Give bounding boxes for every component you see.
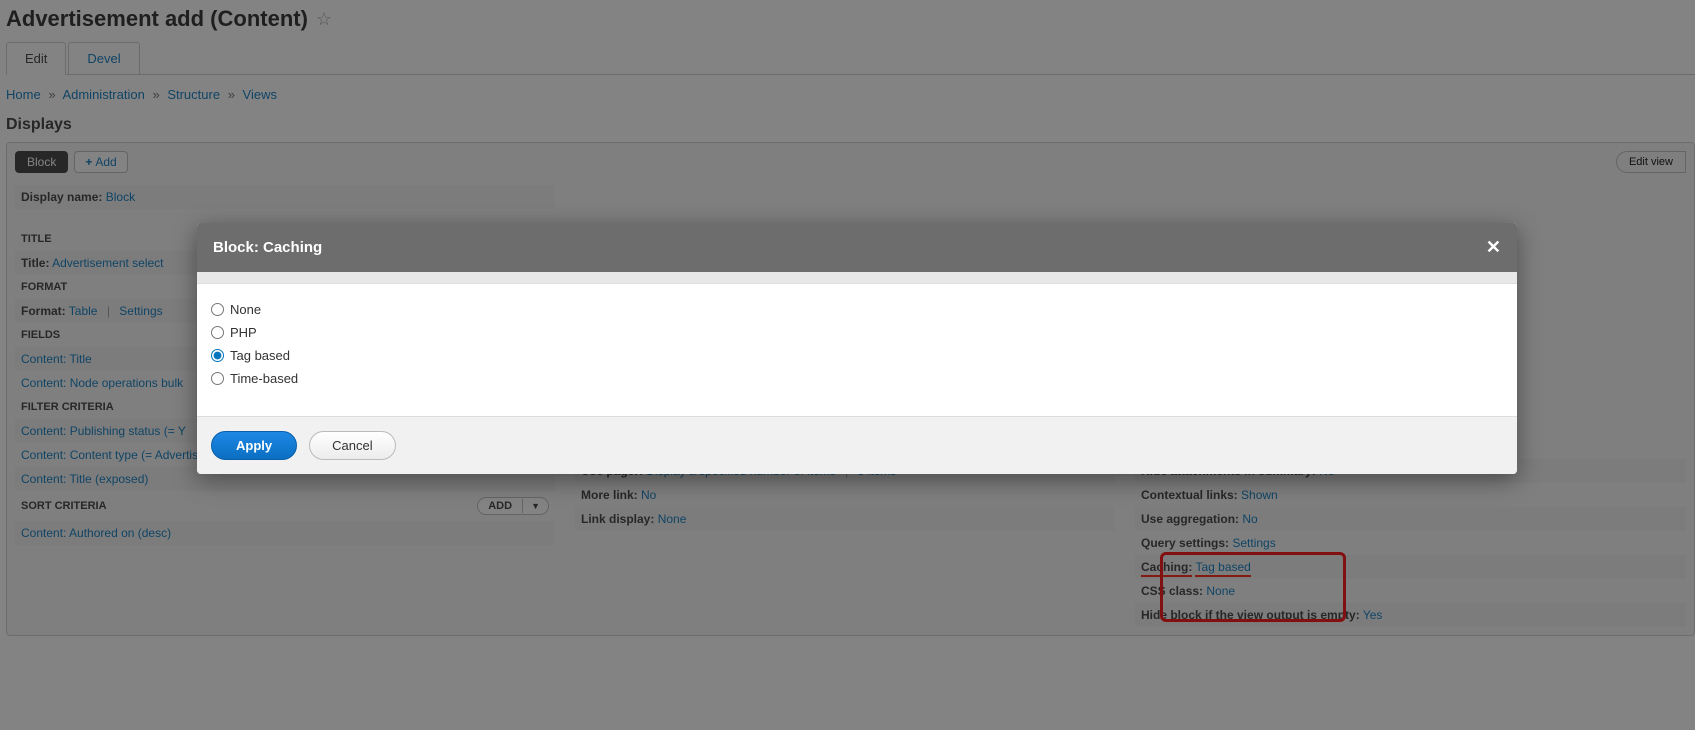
- apply-button[interactable]: Apply: [211, 431, 297, 460]
- radio-tag-based[interactable]: Tag based: [211, 348, 1503, 363]
- cancel-button[interactable]: Cancel: [309, 431, 395, 460]
- radio-none[interactable]: None: [211, 302, 1503, 317]
- dialog-title: Block: Caching: [213, 239, 322, 256]
- close-icon[interactable]: ✕: [1486, 237, 1501, 258]
- caching-dialog: Block: Caching ✕ None PHP Tag based Time…: [197, 223, 1517, 474]
- radio-php[interactable]: PHP: [211, 325, 1503, 340]
- radio-time-based[interactable]: Time-based: [211, 371, 1503, 386]
